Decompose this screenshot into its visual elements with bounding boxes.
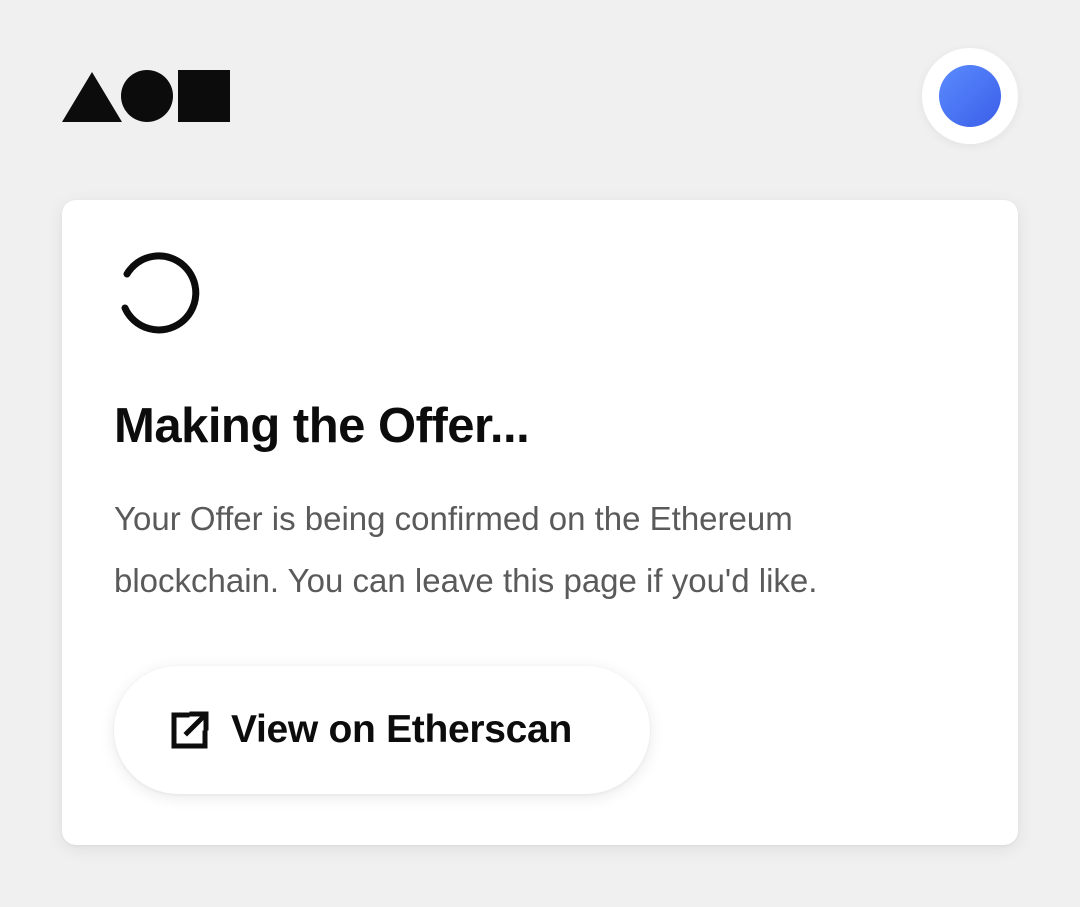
view-on-etherscan-button[interactable]: View on Etherscan — [114, 666, 650, 794]
top-bar — [0, 0, 1080, 190]
loading-spinner-icon — [121, 252, 200, 334]
card-title: Making the Offer... — [114, 399, 530, 453]
view-on-etherscan-label: View on Etherscan — [231, 708, 572, 751]
logo-circle-shape — [121, 70, 173, 122]
card-message: Your Offer is being confirmed on the Eth… — [114, 500, 818, 599]
external-link-icon — [171, 711, 209, 749]
logo-square-shape — [178, 70, 230, 122]
avatar-icon — [939, 65, 1001, 127]
wallet-avatar-button[interactable] — [922, 48, 1018, 144]
logo-triangle-shape — [62, 72, 122, 122]
brand-logo[interactable] — [62, 69, 232, 123]
offer-status-card: Making the Offer... Your Offer is being … — [62, 200, 1018, 845]
